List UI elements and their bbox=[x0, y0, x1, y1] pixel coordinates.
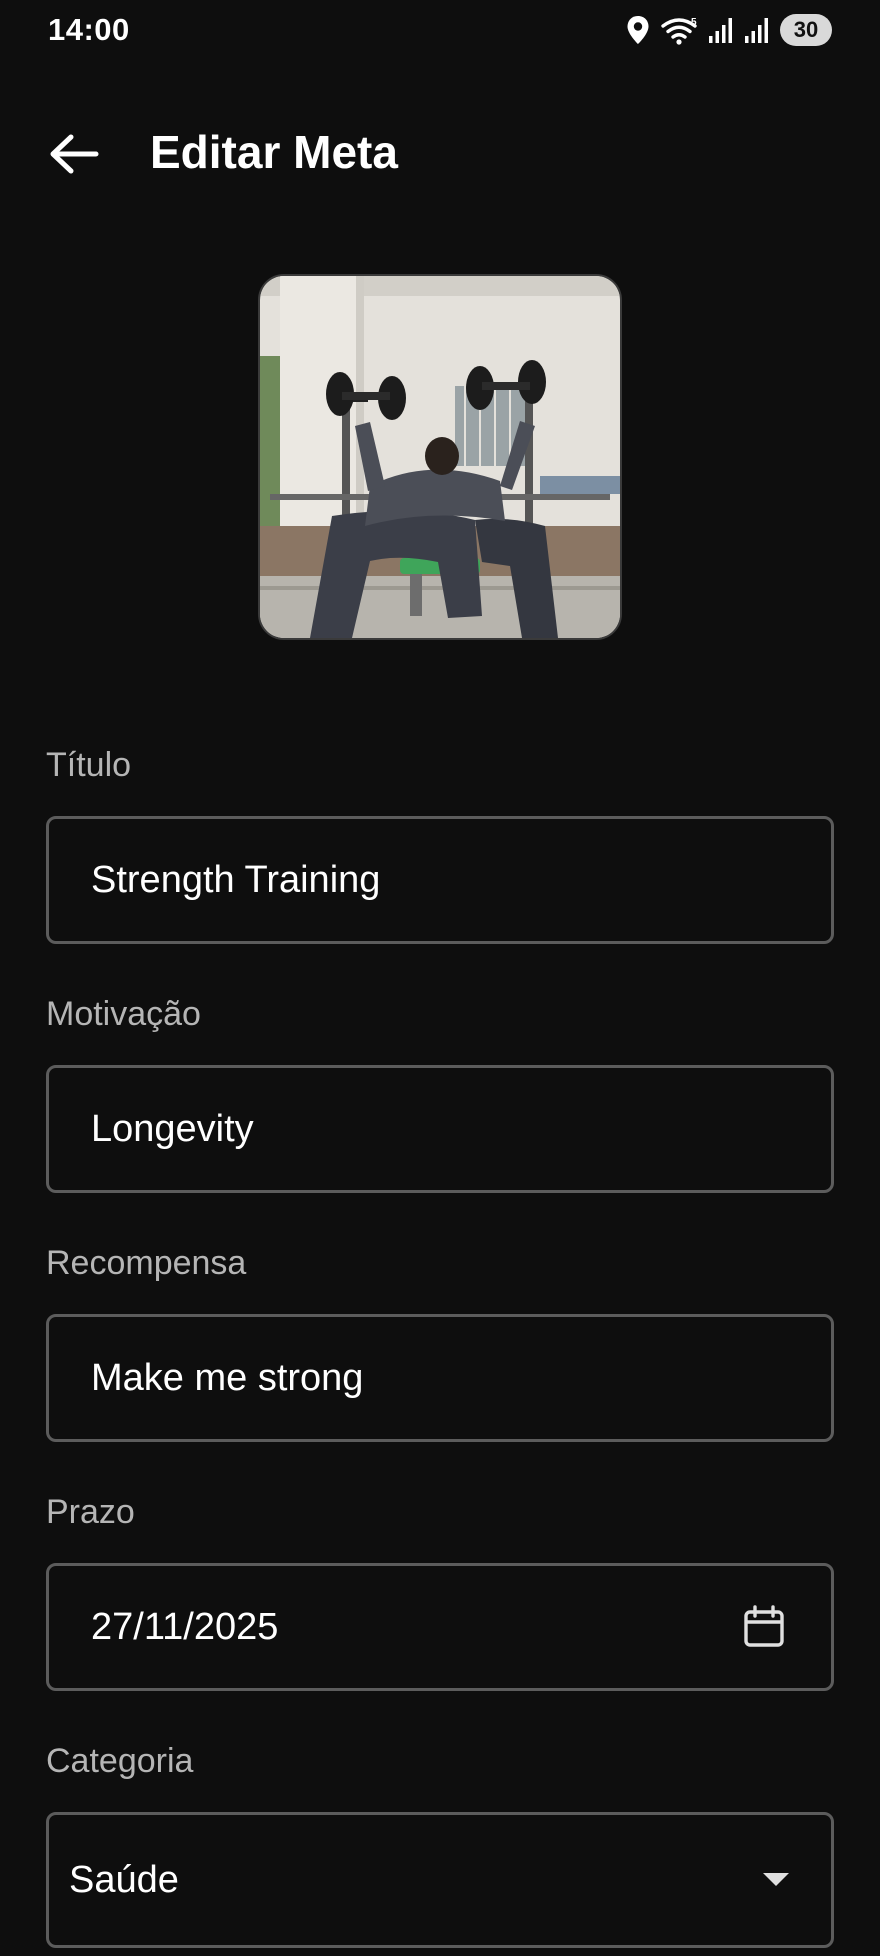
deadline-value: 27/11/2025 bbox=[91, 1606, 279, 1648]
signal-icon bbox=[745, 18, 768, 43]
motivation-field[interactable]: Longevity bbox=[46, 1065, 834, 1193]
category-label: Categoria bbox=[46, 1742, 194, 1780]
dropdown-arrow-icon bbox=[763, 1873, 789, 1886]
status-bar: 14:00 5 30 bbox=[0, 0, 880, 62]
status-icons: 5 30 bbox=[626, 14, 832, 46]
motivation-label: Motivação bbox=[46, 995, 201, 1033]
page-title: Editar Meta bbox=[150, 126, 398, 178]
svg-text:5: 5 bbox=[691, 17, 697, 28]
reward-field[interactable]: Make me strong bbox=[46, 1314, 834, 1442]
battery-indicator: 30 bbox=[780, 14, 832, 46]
arrow-back-icon bbox=[50, 134, 99, 174]
status-time: 14:00 bbox=[48, 12, 130, 47]
deadline-field[interactable]: 27/11/2025 bbox=[46, 1563, 834, 1691]
deadline-label: Prazo bbox=[46, 1493, 135, 1531]
category-value: Saúde bbox=[69, 1859, 179, 1901]
workout-photo bbox=[260, 276, 620, 638]
category-dropdown[interactable]: Saúde bbox=[46, 1812, 834, 1948]
title-label: Título bbox=[46, 746, 132, 784]
calendar-icon[interactable] bbox=[741, 1604, 787, 1650]
goal-image[interactable] bbox=[258, 274, 622, 640]
reward-value: Make me strong bbox=[91, 1357, 364, 1399]
location-icon bbox=[627, 16, 649, 44]
app-bar: Editar Meta bbox=[0, 100, 880, 204]
back-button[interactable] bbox=[38, 118, 110, 190]
wifi-icon: 5 bbox=[661, 17, 697, 45]
title-field[interactable]: Strength Training bbox=[46, 816, 834, 944]
motivation-value: Longevity bbox=[91, 1108, 254, 1150]
reward-label: Recompensa bbox=[46, 1244, 247, 1282]
title-value: Strength Training bbox=[91, 859, 381, 901]
signal-icon bbox=[709, 18, 732, 43]
